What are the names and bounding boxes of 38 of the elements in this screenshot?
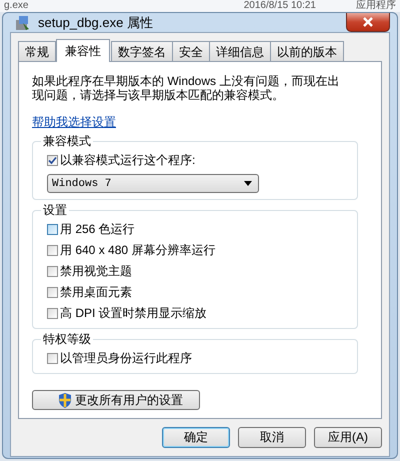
tab[interactable]: 常规: [18, 41, 56, 61]
description-text: 如果此程序在早期版本的 Windows 上没有问题，而现在出现问题，请选择与该早期版本匹配的兼容模式。: [32, 74, 340, 102]
checkbox[interactable]: [47, 224, 58, 235]
checkbox-label: 用 256 色运行: [60, 221, 135, 238]
dialog-button[interactable]: 取消: [238, 427, 306, 448]
file-name: g.exe: [4, 0, 28, 12]
shield-icon: [58, 392, 72, 408]
checkbox-label: 高 DPI 设置时禁用显示缩放: [60, 305, 207, 322]
close-button[interactable]: [346, 13, 390, 32]
checkbox[interactable]: [47, 287, 58, 298]
checkbox-label: 禁用视觉主题: [60, 263, 132, 280]
help-link[interactable]: 帮助我选择设置: [32, 114, 116, 131]
tab[interactable]: 数字签名: [111, 41, 173, 61]
checkbox-label: 禁用桌面元素: [60, 284, 132, 301]
close-icon: [362, 17, 374, 27]
caret-icon: [244, 181, 252, 186]
checkbox-label: 以兼容模式运行这个程序:: [60, 152, 196, 169]
change-all-users-button[interactable]: 更改所有用户的设置: [32, 390, 200, 410]
tab[interactable]: 以前的版本: [270, 41, 344, 61]
window-title: setup_dbg.exe 属性: [38, 14, 153, 32]
checkbox-label: 以管理员身份运行此程序: [60, 350, 192, 367]
checkbox[interactable]: [47, 308, 58, 319]
checkbox[interactable]: [47, 155, 58, 166]
checkbox[interactable]: [47, 245, 58, 256]
tab[interactable]: 兼容性: [56, 39, 110, 62]
group-title: 设置: [42, 202, 68, 219]
tab[interactable]: 安全: [172, 41, 210, 61]
os-dropdown[interactable]: Windows 7: [47, 174, 259, 193]
dialog-button[interactable]: 应用(A): [314, 427, 382, 448]
tab[interactable]: 详细信息: [209, 41, 271, 61]
dialog-button[interactable]: 确定: [162, 427, 230, 448]
checkbox[interactable]: [47, 266, 58, 277]
group-title: 兼容模式: [42, 133, 92, 150]
installer-icon: [14, 14, 32, 32]
checkbox[interactable]: [47, 353, 58, 364]
checkbox-label: 用 640 x 480 屏幕分辨率运行: [60, 242, 216, 259]
group-title: 特权等级: [42, 331, 92, 348]
file-date: 2016/8/15 10:21: [244, 0, 316, 12]
